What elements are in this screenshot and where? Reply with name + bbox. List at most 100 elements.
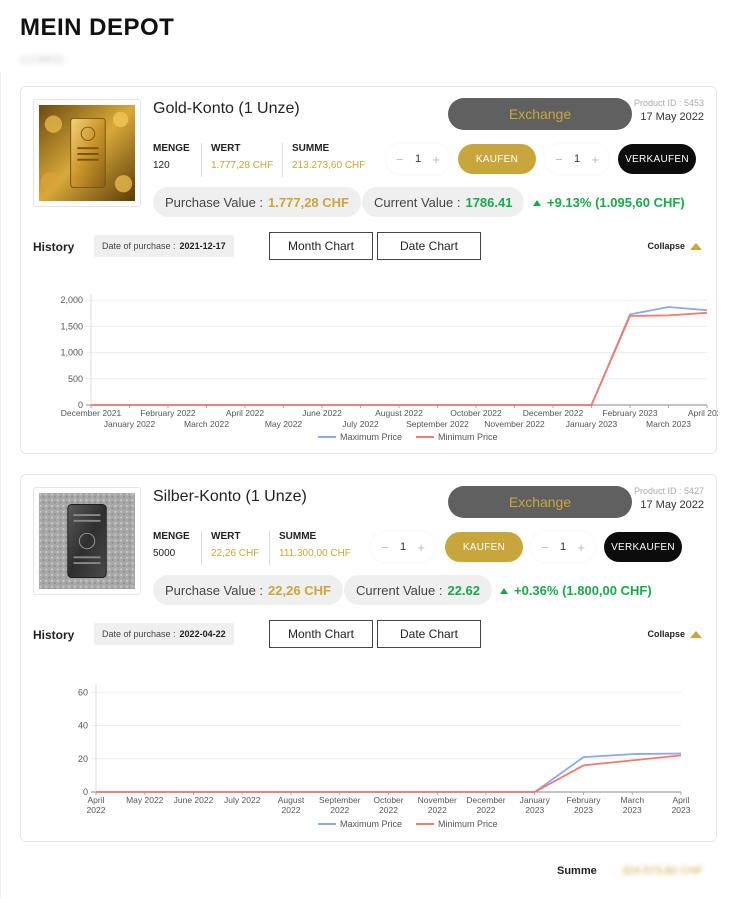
plus-icon[interactable]: + [577,540,585,555]
x-tick-label: April 2022 [226,408,265,418]
kaufen-button[interactable]: KAUFEN [458,144,536,174]
y-tick-label: 40 [78,721,88,731]
silver-bar-image [33,487,141,595]
exchange-button[interactable]: Exchange [448,98,632,130]
buy-quantity-value: 1 [399,541,407,553]
verkaufen-button[interactable]: VERKAUFEN [618,144,696,174]
summe-stat: SUMME 213.273,60 CHF [282,143,365,177]
current-value-label: Current Value : [374,194,461,210]
current-value-pill: Current Value : 1786.41 [362,187,525,217]
legend-label: Minimum Price [438,432,498,442]
y-tick-label: 20 [78,754,88,764]
x-tick-label: October [373,795,403,805]
x-tick-label: July 2022 [342,419,379,429]
kaufen-button[interactable]: KAUFEN [445,532,523,562]
x-tick-label: February 2022 [140,408,196,418]
arrow-up-icon [533,200,541,206]
verkaufen-button[interactable]: VERKAUFEN [604,532,682,562]
x-tick-label: 2022 [428,805,447,815]
product-card-gold: Gold-Konto (1 Unze) Exchange Product ID … [20,86,718,454]
wert-stat: WERT 22,26 CHF [201,531,259,565]
x-tick-label: April [87,795,104,805]
collapse-toggle[interactable]: Collapse [647,629,702,639]
purchase-value-pill: Purchase Value : 1.777,28 CHF [153,187,361,217]
x-tick-label: April [672,795,689,805]
gold-bar-image [33,99,141,207]
x-tick-label: 2023 [623,805,642,815]
sell-quantity-stepper[interactable]: − 1 + [531,532,595,562]
exchange-button[interactable]: Exchange [448,486,632,518]
wert-label: WERT [211,143,241,154]
x-tick-label: 2023 [672,805,691,815]
history-label: History [33,628,75,642]
menge-value: 5000 [153,548,176,559]
x-tick-label: 2022 [282,805,301,815]
tab-month-chart[interactable]: Month Chart [269,232,373,260]
x-tick-label: June 2022 [302,408,342,418]
tab-date-chart[interactable]: Date Chart [377,620,481,648]
x-tick-label: September [319,795,361,805]
purchase-value-label: Purchase Value : [165,194,264,210]
plus-icon[interactable]: + [591,152,599,167]
chevron-up-icon [690,630,702,638]
product-name: Silber-Konto (1 Unze) [153,488,307,505]
minus-icon[interactable]: − [381,540,389,555]
dop-value: 2021-12-17 [179,241,226,251]
product-date: 17 May 2022 [640,499,704,511]
current-value: 1786.41 [465,194,513,210]
y-tick-label: 2,000 [60,295,83,305]
buy-quantity-stepper[interactable]: − 1 + [386,144,450,174]
x-tick-label: December 2021 [61,408,122,418]
series-line-minimum-price [96,754,682,793]
sell-quantity-stepper[interactable]: − 1 + [545,144,609,174]
minus-icon[interactable]: − [396,152,404,167]
x-tick-label: December [466,795,505,805]
tab-month-chart[interactable]: Month Chart [269,620,373,648]
wert-label: WERT [211,531,241,542]
x-tick-label: March 2023 [646,419,691,429]
minus-icon[interactable]: − [555,152,563,167]
summe-label: SUMME [292,143,330,154]
x-tick-label: February 2023 [602,408,658,418]
x-tick-label: 2022 [87,805,106,815]
tab-date-chart[interactable]: Date Chart [377,232,481,260]
purchase-value: 22,26 CHF [268,582,331,598]
x-tick-label: July 2022 [224,795,261,805]
purchase-value-label: Purchase Value : [165,582,264,598]
x-tick-label: 2022 [379,805,398,815]
current-value: 22.62 [447,582,481,598]
plus-icon[interactable]: + [417,540,425,555]
dop-value: 2022-04-22 [179,629,226,639]
dop-label: Date of purchase : [102,241,176,251]
current-value-label: Current Value : [356,582,443,598]
purchase-value-pill: Purchase Value : 22,26 CHF [153,575,343,605]
total-summe-label: Summe [557,865,597,877]
wert-value: 1.777,28 CHF [211,160,274,171]
plus-icon[interactable]: + [432,152,440,167]
history-label: History [33,240,75,254]
collapse-toggle[interactable]: Collapse [647,241,702,251]
x-tick-label: June 2022 [174,795,214,805]
buy-quantity-stepper[interactable]: − 1 + [371,532,435,562]
value-change-text: +9.13% (1.095,60 CHF) [547,195,685,210]
x-tick-label: May 2022 [265,419,303,429]
minus-icon[interactable]: − [541,540,549,555]
x-tick-label: May 2022 [126,795,164,805]
user-id: (123902) [20,54,65,66]
value-change: +9.13% (1.095,60 CHF) [533,195,685,210]
value-change-text: +0.36% (1.800,00 CHF) [514,583,652,598]
summe-value: 213.273,60 CHF [292,160,366,171]
current-value-pill: Current Value : 22.62 [344,575,493,605]
x-tick-label: November [418,795,457,805]
menge-stat: MENGE 5000 [153,531,190,559]
series-line-maximum-price [96,752,682,793]
x-tick-label: January 2023 [566,419,618,429]
silver-price-chart: 0204060April2022May 2022 June 2022 July 20… [78,684,691,829]
menge-label: MENGE [153,531,190,542]
summe-label: SUMME [279,531,317,542]
y-tick-label: 60 [78,687,88,697]
sell-quantity-value: 1 [573,153,581,165]
x-tick-label: 2023 [574,805,593,815]
legend-label: Maximum Price [340,432,402,442]
x-tick-label: March [620,795,644,805]
